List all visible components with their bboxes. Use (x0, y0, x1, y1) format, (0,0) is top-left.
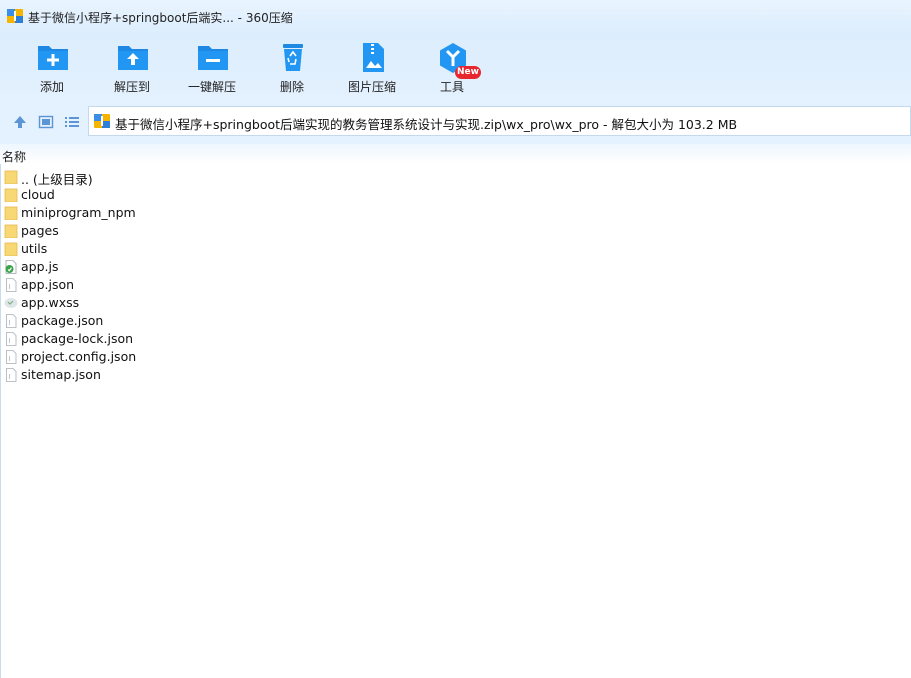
file-name: app.js (21, 259, 59, 274)
file-name: pages (21, 223, 59, 238)
file-name: project.config.json (21, 349, 137, 364)
list-item-app-js[interactable]: app.js (0, 258, 911, 276)
list-item-sitemap-json[interactable]: sitemap.json (0, 366, 911, 384)
delete-button[interactable]: 删除 (252, 38, 332, 98)
up-arrow-icon[interactable] (12, 114, 28, 130)
folder-icon (4, 170, 18, 184)
list-item-app-json[interactable]: app.json (0, 276, 911, 294)
file-name: app.wxss (21, 295, 80, 310)
extract-folder-icon (118, 46, 148, 70)
360zip-logo-icon (7, 9, 23, 23)
extract-to-label: 解压到 (113, 80, 150, 94)
list-item-parent-directory[interactable]: .. (上级目录) (0, 168, 911, 187)
list-item-package-lock-json[interactable]: package-lock.json (0, 330, 911, 348)
title-bar: 基于微信小程序+springboot后端实... - 360压缩 (0, 0, 911, 34)
archive-path: 基于微信小程序+springboot后端实现的教务管理系统设计与实现.zip\w… (115, 117, 738, 132)
new-badge: New (455, 66, 481, 79)
file-list: .. (上级目录) cloud miniprogram_npm pages ut… (0, 168, 911, 384)
json-file-icon (6, 350, 17, 364)
image-zip-icon (363, 43, 384, 72)
file-name: app.json (21, 277, 75, 292)
file-name: miniprogram_npm (21, 205, 136, 220)
folder-icon (4, 188, 18, 202)
folder-icon (4, 242, 18, 256)
column-header-label: 名称 (2, 150, 27, 164)
recycle-bin-icon (283, 44, 303, 71)
extract-to-button[interactable]: 解压到 (92, 38, 172, 98)
json-file-icon (6, 368, 17, 382)
tools-button[interactable]: 工具 (412, 38, 492, 98)
file-name: cloud (21, 187, 55, 202)
column-header-name[interactable]: 名称 (0, 144, 911, 164)
js-file-icon (5, 260, 17, 274)
json-file-icon (6, 278, 17, 292)
list-item-package-json[interactable]: package.json (0, 312, 911, 330)
add-label: 添加 (39, 80, 64, 94)
one-click-extract-label: 一键解压 (187, 80, 236, 94)
list-item-pages[interactable]: pages (0, 222, 911, 240)
file-name: sitemap.json (21, 367, 101, 382)
folder-icon (4, 206, 18, 220)
file-name: package-lock.json (21, 331, 134, 346)
json-file-icon (6, 332, 17, 346)
one-click-extract-icon (198, 46, 228, 70)
image-compress-button[interactable]: 图片压缩 (332, 38, 412, 98)
file-name: package.json (21, 313, 104, 328)
list-item-miniprogram-npm[interactable]: miniprogram_npm (0, 204, 911, 222)
json-file-icon (6, 314, 17, 328)
tools-label: 工具 (439, 80, 464, 94)
toolbar: 添加 解压到 一键解压 删除 图片压缩 工具 New (0, 34, 911, 100)
one-click-extract-button[interactable]: 一键解压 (172, 38, 252, 98)
list-view-icon[interactable] (64, 114, 80, 130)
list-item-app-wxss[interactable]: app.wxss (0, 294, 911, 312)
zip-archive-icon (94, 114, 110, 128)
list-item-project-config-json[interactable]: project.config.json (0, 348, 911, 366)
delete-label: 删除 (279, 80, 304, 94)
add-folder-icon (38, 46, 68, 70)
thumbnail-view-icon[interactable] (38, 114, 54, 130)
wxss-file-icon (4, 298, 18, 308)
window-title: 基于微信小程序+springboot后端实... - 360压缩 (28, 11, 293, 25)
list-item-utils[interactable]: utils (0, 240, 911, 258)
add-button[interactable]: 添加 (12, 38, 92, 98)
address-bar[interactable]: 基于微信小程序+springboot后端实现的教务管理系统设计与实现.zip\w… (88, 106, 911, 136)
list-item-cloud[interactable]: cloud (0, 186, 911, 204)
image-compress-label: 图片压缩 (347, 80, 396, 94)
folder-icon (4, 224, 18, 238)
navigation-bar: 基于微信小程序+springboot后端实现的教务管理系统设计与实现.zip\w… (0, 100, 911, 144)
file-name: utils (21, 241, 48, 256)
